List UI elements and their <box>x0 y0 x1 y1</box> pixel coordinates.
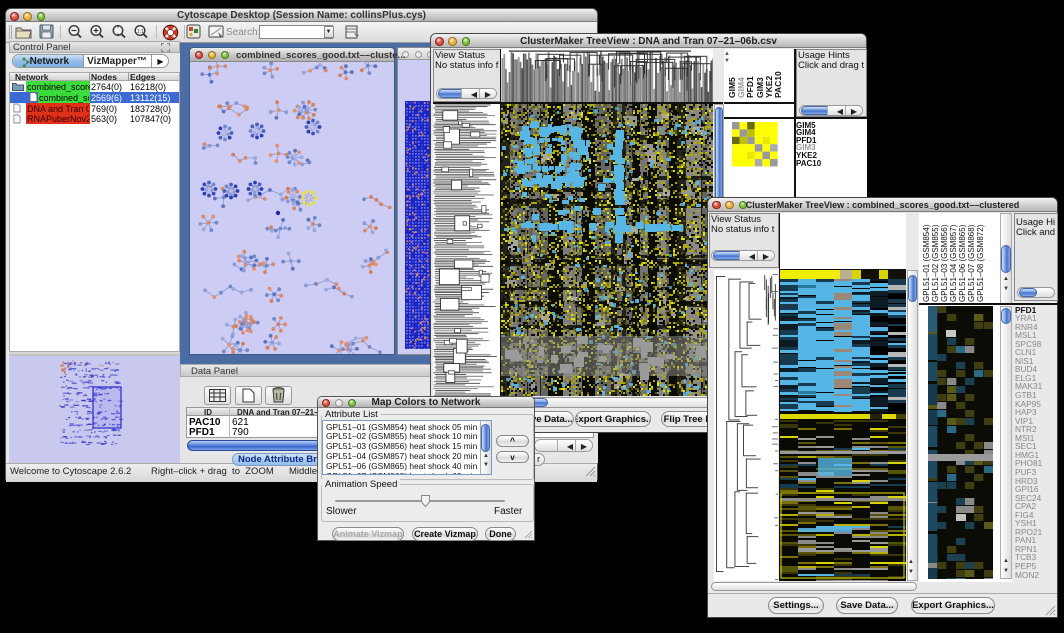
svg-text:1:1: 1:1 <box>137 29 144 35</box>
